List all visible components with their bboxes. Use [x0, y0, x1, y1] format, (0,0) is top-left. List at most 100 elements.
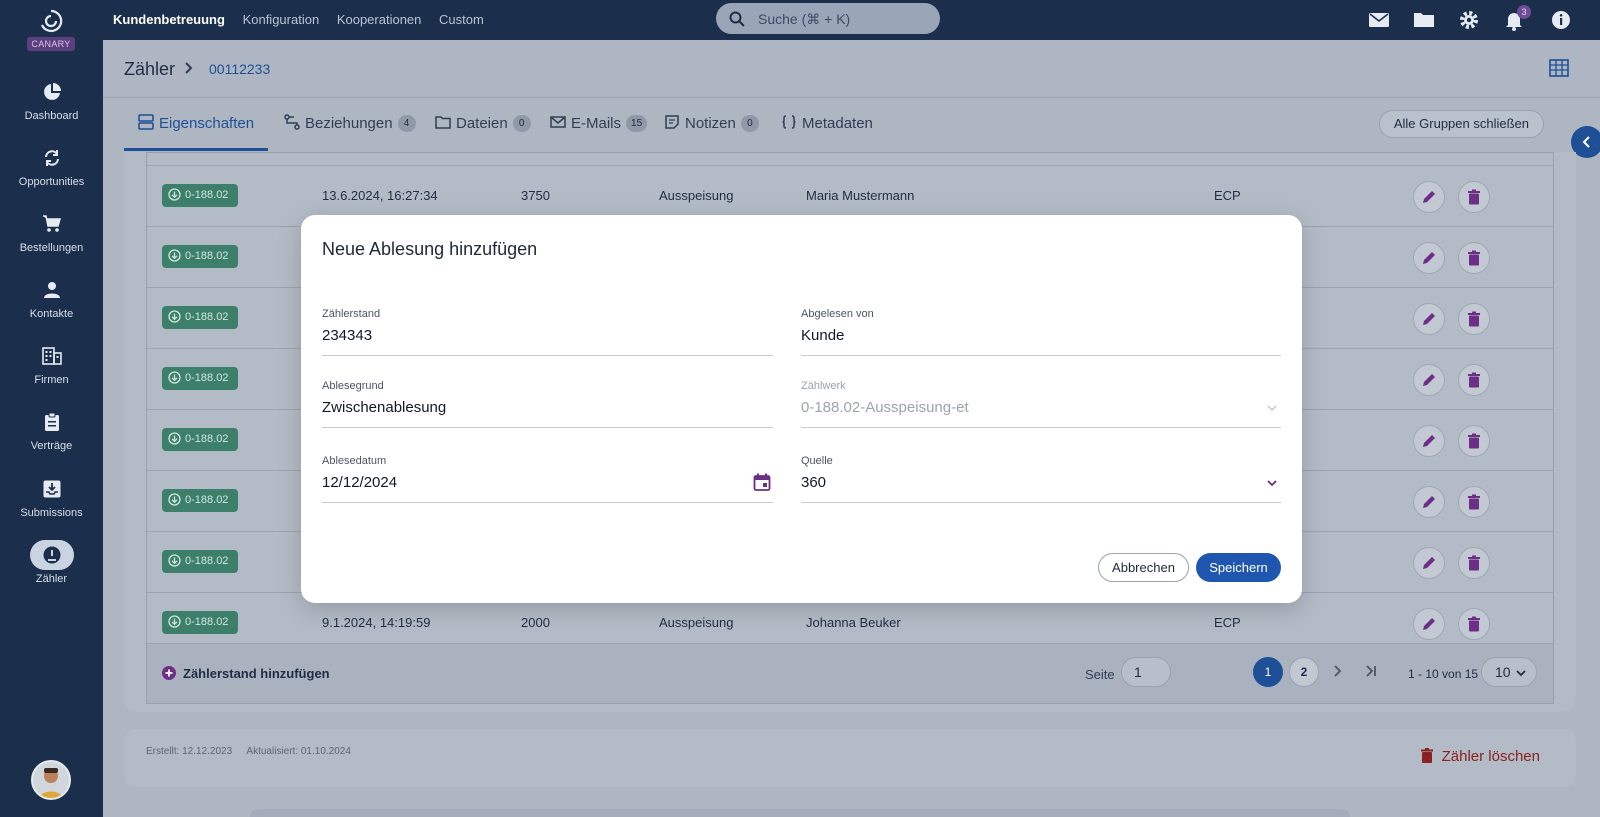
search-placeholder: Suche (⌘ + K) [758, 11, 851, 27]
register-chip: 0-188.02 [162, 428, 239, 451]
register-chip: 0-188.02 [162, 550, 239, 573]
edit-button[interactable] [1413, 242, 1445, 274]
edit-button[interactable] [1413, 608, 1445, 640]
trash-icon [1468, 311, 1480, 327]
reading-type: Ausspeisung [659, 188, 734, 203]
tab-notizen[interactable]: Notizen 0 [664, 114, 759, 132]
tab-label: Dateien [456, 115, 508, 132]
top-nav-custom[interactable]: Custom [439, 12, 484, 27]
cancel-button[interactable]: Abbrechen [1098, 553, 1189, 582]
info-icon[interactable] [1550, 9, 1572, 31]
field-value: 360 [801, 474, 827, 491]
zaehlerstand-field[interactable]: Zählerstand 234343 [322, 308, 773, 356]
chevron-right-icon[interactable] [1329, 663, 1345, 679]
delete-button[interactable] [1458, 547, 1490, 579]
register-label: 0-188.02 [185, 555, 229, 567]
delete-button[interactable] [1458, 608, 1490, 640]
field-value: 12/12/2024 [322, 474, 398, 491]
trash-icon [1468, 189, 1480, 205]
delete-button[interactable] [1458, 242, 1490, 274]
chevron-down-icon [1516, 670, 1526, 677]
last-page-icon[interactable] [1363, 663, 1379, 679]
add-reading-button[interactable]: Zählerstand hinzufügen [161, 665, 330, 681]
gear-icon[interactable] [1458, 9, 1480, 31]
sidebar-item-bestellungen[interactable]: Bestellungen [0, 209, 103, 254]
rows-per-page-value: 10 [1495, 664, 1511, 680]
page-button-1[interactable]: 1 [1253, 657, 1283, 687]
dialog-title: Neue Ablesung hinzufügen [322, 239, 538, 259]
trash-icon [1468, 250, 1480, 266]
edit-button[interactable] [1413, 181, 1445, 213]
delete-meter-button[interactable]: Zähler löschen [1420, 748, 1540, 765]
page-number-input[interactable]: 1 [1121, 657, 1171, 687]
breadcrumb-meter-id[interactable]: 00112233 [209, 61, 270, 77]
edit-button[interactable] [1413, 303, 1445, 335]
tab-label: Eigenschaften [159, 115, 255, 132]
calendar-icon[interactable] [753, 473, 771, 491]
ablesegrund-field[interactable]: Ablesegrund Zwischenablesung [322, 380, 773, 428]
tab-dateien[interactable]: Dateien 0 [435, 114, 531, 132]
brand-logo[interactable]: CANARY [26, 8, 76, 52]
edit-button[interactable] [1413, 364, 1445, 396]
register-label: 0-188.02 [185, 250, 229, 262]
delete-button[interactable] [1458, 425, 1490, 457]
relations-icon [284, 114, 300, 130]
top-nav-konfiguration[interactable]: Konfiguration [243, 12, 320, 27]
sidebar-item-dashboard[interactable]: Dashboard [0, 77, 103, 122]
edit-button[interactable] [1413, 486, 1445, 518]
top-nav-kooperationen[interactable]: Kooperationen [337, 12, 422, 27]
pencil-icon [1423, 313, 1435, 325]
delete-button[interactable] [1458, 486, 1490, 518]
tab-eigenschaften[interactable]: Eigenschaften [138, 114, 254, 132]
reading-source: ECP [1214, 188, 1241, 203]
tab-metadaten[interactable]: Metadaten [781, 114, 873, 132]
sidebar-item-vertraege[interactable]: Verträge [0, 407, 103, 452]
arrow-down-circle-icon [168, 432, 181, 445]
arrow-down-circle-icon [168, 188, 181, 201]
trash-icon [1468, 372, 1480, 388]
register-chip: 0-188.02 [162, 245, 239, 268]
chevron-down-icon [1267, 405, 1277, 412]
quelle-select[interactable]: Quelle 360 [801, 455, 1281, 503]
tab-count-badge: 4 [397, 115, 416, 132]
mail-icon[interactable] [1368, 9, 1390, 31]
sidebar-item-firmen[interactable]: Firmen [0, 341, 103, 386]
chevron-down-icon [1267, 480, 1277, 487]
sidebar-item-submissions[interactable]: Submissions [0, 474, 103, 519]
clipboard-icon [30, 407, 74, 437]
user-avatar[interactable] [31, 760, 71, 800]
sidebar-item-opportunities[interactable]: Opportunities [0, 143, 103, 188]
rows-per-page-select[interactable]: 10 [1481, 657, 1537, 687]
tab-beziehungen[interactable]: Beziehungen 4 [284, 114, 416, 132]
save-button[interactable]: Speichern [1196, 553, 1281, 582]
abgelesen-von-field[interactable]: Abgelesen von Kunde [801, 308, 1281, 356]
mail-icon [550, 116, 566, 128]
bell-icon[interactable]: 3 [1503, 5, 1531, 31]
register-label: 0-188.02 [185, 189, 229, 201]
search-input[interactable]: Suche (⌘ + K) [716, 3, 940, 34]
close-all-groups-button[interactable]: Alle Gruppen schließen [1378, 110, 1544, 138]
sidebar-item-kontakte[interactable]: Kontakte [0, 275, 103, 320]
pencil-icon [1423, 374, 1435, 386]
edit-button[interactable] [1413, 425, 1445, 457]
layout-grid-icon[interactable] [1549, 58, 1569, 78]
delete-button[interactable] [1458, 303, 1490, 335]
field-label: Quelle [801, 455, 833, 467]
bottom-edge [250, 809, 1350, 817]
folder-icon[interactable] [1413, 9, 1435, 31]
sidebar-item-zaehler[interactable]: Zähler [0, 540, 103, 585]
search-icon [729, 11, 745, 27]
page-button-2[interactable]: 2 [1289, 657, 1319, 687]
delete-button[interactable] [1458, 181, 1490, 213]
top-nav-kundenbetreuung[interactable]: Kundenbetreuung [113, 12, 225, 27]
field-label: Ablesedatum [322, 455, 387, 467]
tab-count-badge: 0 [740, 115, 759, 132]
ablesedatum-field[interactable]: Ablesedatum 12/12/2024 [322, 455, 773, 503]
tab-emails[interactable]: E-Mails 15 [550, 114, 648, 132]
register-label: 0-188.02 [185, 616, 229, 628]
delete-button[interactable] [1458, 364, 1490, 396]
register-label: 0-188.02 [185, 372, 229, 384]
trash-icon [1468, 433, 1480, 449]
edit-button[interactable] [1413, 547, 1445, 579]
arrow-down-circle-icon [168, 310, 181, 323]
